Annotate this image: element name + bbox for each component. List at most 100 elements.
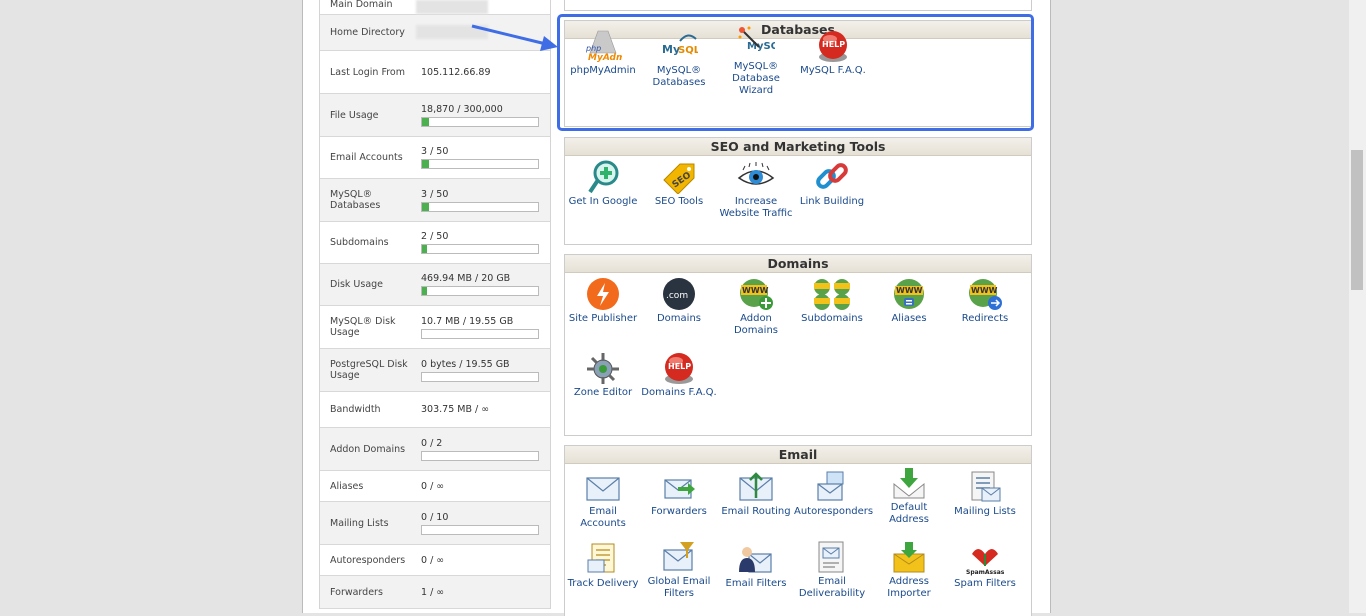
usage-bar xyxy=(421,116,539,127)
stat-value: 3 / 50 xyxy=(421,146,449,157)
item-label: Email Accounts xyxy=(580,506,626,529)
item-address-importer[interactable]: Address Importer xyxy=(871,540,947,600)
item-label: Aliases xyxy=(891,313,927,324)
item-email-accounts[interactable]: Email Accounts xyxy=(565,470,641,530)
stat-row-aliases: Aliases 0 / ∞ xyxy=(320,471,550,502)
stat-label: PostgreSQL Disk Usage xyxy=(330,359,408,381)
stat-value: 105.112.66.89 xyxy=(421,66,491,78)
stat-value: 0 / 10 xyxy=(421,511,449,523)
seo-tag-icon: SEO xyxy=(660,160,698,194)
track-delivery-icon xyxy=(584,542,622,576)
item-default-address[interactable]: Default Address xyxy=(871,466,947,526)
stat-row-autoresponders: Autoresponders 0 / ∞ xyxy=(320,545,550,576)
usage-bar xyxy=(421,524,539,535)
item-domains-faq[interactable]: HELP Domains F.A.Q. xyxy=(641,351,717,399)
panel-seo: SEO and Marketing Tools Get In Google SE… xyxy=(564,137,1032,245)
email-filter-icon xyxy=(737,542,775,576)
item-track-delivery[interactable]: Track Delivery xyxy=(565,542,641,590)
stat-row-email-accounts: Email Accounts 3 / 50 xyxy=(320,137,550,179)
item-label: Get In Google xyxy=(568,196,638,207)
item-seo-tools[interactable]: SEO SEO Tools xyxy=(641,160,717,208)
usage-bar xyxy=(421,450,539,461)
panel-title: Email xyxy=(565,446,1031,464)
stat-label: Disk Usage xyxy=(330,279,384,290)
global-filter-icon xyxy=(660,540,698,574)
www-multi-icon xyxy=(813,277,851,311)
item-spam-filters[interactable]: SpamAssassin Spam Filters xyxy=(947,542,1023,590)
item-label: Domains xyxy=(656,313,701,324)
usage-bar-fill xyxy=(422,117,430,126)
item-get-in-google[interactable]: Get In Google xyxy=(565,160,641,208)
item-label: Global Email Filters xyxy=(647,576,711,599)
address-importer-icon xyxy=(890,540,928,574)
stat-row-bandwidth: Bandwidth 303.75 MB / ∞ xyxy=(320,392,550,428)
zone-editor-icon xyxy=(584,351,622,385)
stat-label: Main Domain xyxy=(330,0,393,10)
item-global-email-filters[interactable]: Global Email Filters xyxy=(641,540,717,600)
item-subdomains[interactable]: Subdomains xyxy=(794,277,870,325)
usage-bar xyxy=(421,201,539,212)
item-label: Default Address xyxy=(889,502,929,525)
stat-value: 18,870 / 300,000 xyxy=(421,103,503,115)
stat-value: 0 / ∞ xyxy=(421,554,445,566)
item-label: Domains F.A.Q. xyxy=(641,387,717,398)
stat-row-subdomains: Subdomains 2 / 50 xyxy=(320,222,550,264)
stat-row-addon-domains: Addon Domains 0 / 2 xyxy=(320,428,550,471)
item-label: Site Publisher xyxy=(568,313,638,324)
item-domains[interactable]: .com Domains xyxy=(641,277,717,325)
stat-row-mysql-disk-usage: MySQL® Disk Usage 10.7 MB / 19.55 GB xyxy=(320,306,550,349)
svg-text:HELP: HELP xyxy=(668,362,691,371)
stat-row-postgresql-disk-usage: PostgreSQL Disk Usage 0 bytes / 19.55 GB xyxy=(320,349,550,392)
panel-title: SEO and Marketing Tools xyxy=(565,138,1031,156)
usage-bar-fill xyxy=(422,245,427,253)
item-label: Address Importer xyxy=(887,576,931,599)
item-addon-domains[interactable]: WWW Addon Domains xyxy=(718,277,794,337)
item-increase-traffic[interactable]: Increase Website Traffic xyxy=(718,160,794,220)
panel-title: Domains xyxy=(565,255,1031,273)
svg-text:WWW: WWW xyxy=(742,286,769,295)
item-zone-editor[interactable]: Zone Editor xyxy=(565,351,641,399)
item-forwarders[interactable]: Forwarders xyxy=(641,470,717,518)
item-label: Addon Domains xyxy=(733,313,778,336)
item-email-deliverability[interactable]: Email Deliverability xyxy=(794,540,870,600)
stat-label: Mailing Lists xyxy=(330,517,389,529)
stat-label: Forwarders xyxy=(330,586,383,598)
item-label: Forwarders xyxy=(651,506,707,517)
stat-value: 10.7 MB / 19.55 GB xyxy=(421,315,514,327)
item-autoresponders[interactable]: Autoresponders xyxy=(794,470,874,518)
envelope-icon xyxy=(584,470,622,504)
envelope-download-icon xyxy=(890,466,928,500)
item-label: Autoresponders xyxy=(794,506,874,517)
stat-label: Aliases xyxy=(330,480,364,492)
magnifier-plus-icon xyxy=(584,160,622,194)
item-email-filters[interactable]: Email Filters xyxy=(718,542,794,590)
mailing-list-icon xyxy=(966,470,1004,504)
www-redirect-icon: WWW xyxy=(966,277,1004,311)
item-email-routing[interactable]: Email Routing xyxy=(718,470,794,518)
item-label: Spam Filters xyxy=(954,578,1016,589)
svg-text:SpamAssassin: SpamAssassin xyxy=(966,569,1004,576)
envelope-reply-icon xyxy=(813,470,851,504)
scrollbar-thumb[interactable] xyxy=(1351,150,1363,290)
usage-bar-fill xyxy=(422,287,427,295)
stat-row-disk-usage: Disk Usage 469.94 MB / 20 GB xyxy=(320,264,550,306)
previous-panel-edge xyxy=(564,0,1032,11)
chain-link-icon xyxy=(813,160,851,194)
usage-bar xyxy=(421,371,539,382)
item-aliases[interactable]: WWW Aliases xyxy=(871,277,947,325)
stat-value: 0 / ∞ xyxy=(421,480,445,492)
stat-label: Subdomains xyxy=(330,237,389,248)
item-redirects[interactable]: WWW Redirects xyxy=(947,277,1023,325)
annotation-arrow-icon xyxy=(471,24,558,51)
stat-row-main-domain: Main Domain xyxy=(320,0,550,15)
svg-text:WWW: WWW xyxy=(971,286,998,295)
usage-bar-fill xyxy=(422,202,429,211)
item-link-building[interactable]: Link Building xyxy=(794,160,870,208)
item-site-publisher[interactable]: Site Publisher xyxy=(565,277,641,325)
scrollbar-track[interactable] xyxy=(1349,0,1366,613)
stat-value: 1 / ∞ xyxy=(421,586,445,598)
item-label: Email Filters xyxy=(725,578,787,589)
usage-bar xyxy=(421,159,539,169)
www-plus-icon: WWW xyxy=(737,277,775,311)
item-mailing-lists[interactable]: Mailing Lists xyxy=(947,470,1023,518)
